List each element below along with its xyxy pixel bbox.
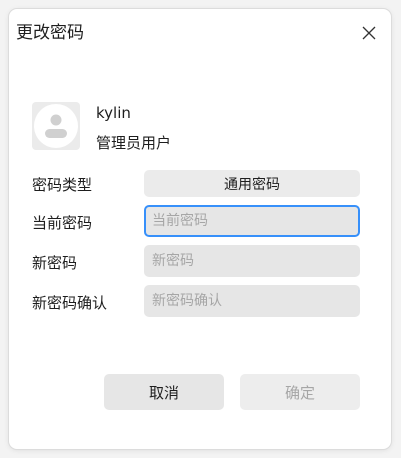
confirm-button[interactable]: 确定 [240,374,360,410]
change-password-dialog: 更改密码 kylin 管理员用户 密码类型 通用密码 当前密码 新密码 新密码确… [9,9,391,449]
password-type-label: 密码类型 [32,176,93,194]
dialog-title: 更改密码 [16,23,84,43]
current-password-label: 当前密码 [32,214,93,232]
close-button[interactable] [357,21,381,45]
cancel-button[interactable]: 取消 [104,374,224,410]
new-password-label: 新密码 [32,254,78,272]
avatar [32,102,80,150]
confirm-password-label: 新密码确认 [32,294,108,312]
password-type-button[interactable]: 通用密码 [144,170,360,197]
new-password-input[interactable] [144,245,360,277]
current-password-input[interactable] [144,205,360,237]
user-type: 管理员用户 [96,134,172,152]
confirm-password-input[interactable] [144,285,360,317]
close-icon [362,26,376,40]
user-name: kylin [96,104,131,122]
user-avatar-icon [34,104,78,148]
